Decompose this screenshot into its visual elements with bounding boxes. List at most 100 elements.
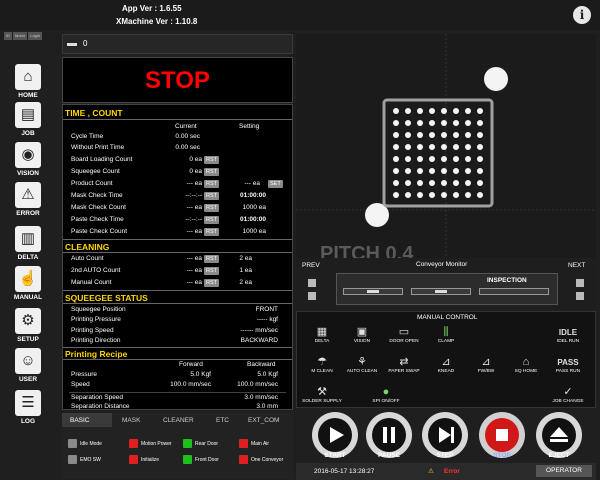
stop-icon (496, 429, 508, 441)
reset-button[interactable]: RST (204, 216, 219, 224)
reset-button[interactable]: RST (204, 204, 219, 212)
user-level[interactable]: OPERATOR (536, 465, 592, 477)
reset-button[interactable]: RST (204, 192, 219, 200)
conveyor-monitor: PREV NEXT Conveyor Monitor INSPECTION (296, 259, 596, 309)
time-count-title: TIME , COUNT (65, 108, 123, 118)
manual-control-title: MANUAL CONTROL (417, 314, 478, 321)
inspection-label: INSPECTION (487, 277, 527, 284)
sidebar-item-user[interactable]: ☺ USER (10, 348, 46, 392)
time-row: Cycle Time 0.00 sec (71, 133, 200, 140)
tab-etc[interactable]: ETC (216, 417, 229, 424)
cleaning-row: Manual Count --- ea RST 2 ea (71, 279, 252, 287)
time-row: Squeegee Count 0 ea RST (71, 168, 219, 176)
next-label: NEXT (568, 262, 586, 269)
io-led-label: Main Air (251, 441, 270, 447)
reset-button[interactable]: RST (204, 228, 219, 236)
tab-mask[interactable]: MASK (122, 417, 140, 424)
divider (63, 359, 292, 360)
check-icon: ✓ (563, 386, 573, 398)
tab-basic[interactable]: BASIC (70, 417, 90, 424)
door-icon: ▭ (398, 326, 410, 338)
reset-button[interactable]: RST (204, 168, 219, 176)
prev-label: PREV (302, 262, 320, 269)
prev-sensor-2 (308, 292, 316, 300)
auto-clean-icon: ⚘ (357, 356, 367, 368)
auto-clean-button[interactable]: ⚘ AUTO CLEAN (339, 356, 385, 374)
tab-ext-com[interactable]: EXT_COM (248, 417, 279, 424)
io-led-label: Idle Mode (80, 441, 102, 447)
sidebar-item-label: VISION (16, 170, 40, 177)
squeegee-status-title: SQUEEGEE STATUS (65, 293, 148, 303)
io-tabs-panel: BASIC MASK CLEANER ETC EXT_COM Idle Mode… (62, 413, 293, 479)
vision-camera-view[interactable]: PITCH 0.4 (296, 34, 596, 258)
home-icon: ⌂ (522, 356, 530, 368)
io-led-label: Rear Door (195, 441, 219, 447)
io-led-label: Front Door (195, 457, 219, 463)
squeegee-row: Printing Speed ------ mm/sec (71, 327, 278, 334)
io-led (129, 455, 138, 464)
divider (69, 392, 286, 393)
paper-swap-button[interactable]: ⇄ PAPER SWAP (381, 356, 427, 374)
pass-run-button[interactable]: PASS PASS RUN (545, 356, 591, 374)
time-row: Paste Check Count --- ea RST 1000 ea (71, 228, 266, 236)
conveyor-belt-3 (479, 288, 549, 295)
io-led-label: EMO SW (80, 457, 101, 463)
conveyor-belt-1 (343, 288, 403, 295)
io-led (239, 455, 248, 464)
io-led (68, 455, 77, 464)
reset-button[interactable]: RST (204, 255, 219, 263)
solder-icon: ⚒ (317, 386, 327, 398)
time-row: Paste Check Time --:--:-- RST 01:00:00 (71, 216, 266, 224)
sidebar-item-delta[interactable]: ▥ DELTA (10, 226, 46, 270)
reset-button[interactable]: RST (204, 180, 219, 188)
pause-label: PAUSE (378, 452, 400, 459)
sidebar-item-log[interactable]: ☰ LOG (10, 390, 46, 434)
col-backward: Backward (247, 361, 276, 368)
io-led (129, 439, 138, 448)
mini-tab-id[interactable]: ID (4, 32, 12, 40)
eject-label: EJECT (548, 452, 570, 459)
reset-button[interactable]: RST (204, 267, 219, 275)
set-button[interactable]: SET (268, 180, 283, 188)
idle-run-button[interactable]: IDLE IDEL RUN (545, 326, 591, 344)
sidebar-item-job[interactable]: ▤ JOB (10, 102, 46, 146)
sidebar-item-error[interactable]: ⚠ ERROR (10, 182, 46, 226)
io-led (68, 439, 77, 448)
reset-button[interactable]: RST (204, 279, 219, 287)
reset-button[interactable]: RST (204, 156, 219, 164)
clamp-button[interactable]: ⫼ CLAMP (423, 326, 469, 344)
sidebar-item-vision[interactable]: ◉ VISION (10, 142, 46, 186)
camera-icon: ◉ (15, 142, 41, 168)
tab-cleaner[interactable]: CLEANER (163, 417, 194, 424)
status-panel: TIME , COUNT Current Setting Cycle Time 0… (62, 104, 293, 410)
time-row: Mask Check Time --:--:-- RST 01:00:00 (71, 192, 266, 200)
error-status[interactable]: Error (444, 468, 460, 475)
warning-icon: ⚠ (15, 182, 41, 208)
sidebar-item-label: DELTA (17, 254, 39, 261)
mini-tab-motor[interactable]: Motor (13, 32, 28, 40)
app-version: App Ver : 1.6.55 (122, 4, 182, 13)
squeegee-row: Squeegee Position FRONT (71, 306, 278, 313)
sq-home-button[interactable]: ⌂ SQ HOME (503, 356, 549, 374)
spi-on-off-button[interactable]: ● SPI ON/OFF (363, 386, 409, 404)
mini-tab-login[interactable]: Login (28, 32, 43, 40)
job-change-button[interactable]: ✓ JOB CHANGE (545, 386, 591, 404)
play-icon (330, 427, 344, 443)
door-open-button[interactable]: ▭ DOOR OPEN (381, 326, 427, 344)
sidebar-item-manual[interactable]: ☝ MANUAL (10, 266, 46, 310)
mini-tabs: ID Motor Login (4, 32, 54, 40)
header-bar: App Ver : 1.6.55 XMachine Ver : 1.10.8 i (0, 0, 600, 30)
io-led (239, 439, 248, 448)
gear-icon: ⚙ (15, 308, 41, 334)
divider (63, 252, 292, 253)
job-folder-bar[interactable]: ▬ 0 (62, 34, 293, 54)
solder-supply-button[interactable]: ⚒ SOLDER SUPPLY (299, 386, 345, 404)
vision-button[interactable]: ▣ VISION (339, 326, 385, 344)
paper-icon: ⇄ (399, 356, 409, 368)
info-icon[interactable]: i (573, 6, 591, 24)
time-row: Board Loading Count 0 ea RST (71, 156, 219, 164)
io-led-label: One Conveyor (251, 457, 284, 463)
sidebar-item-setup[interactable]: ⚙ SETUP (10, 308, 46, 352)
time-row: Without Print Time 0.00 sec (71, 144, 200, 151)
job-folder-value: 0 (83, 39, 88, 48)
